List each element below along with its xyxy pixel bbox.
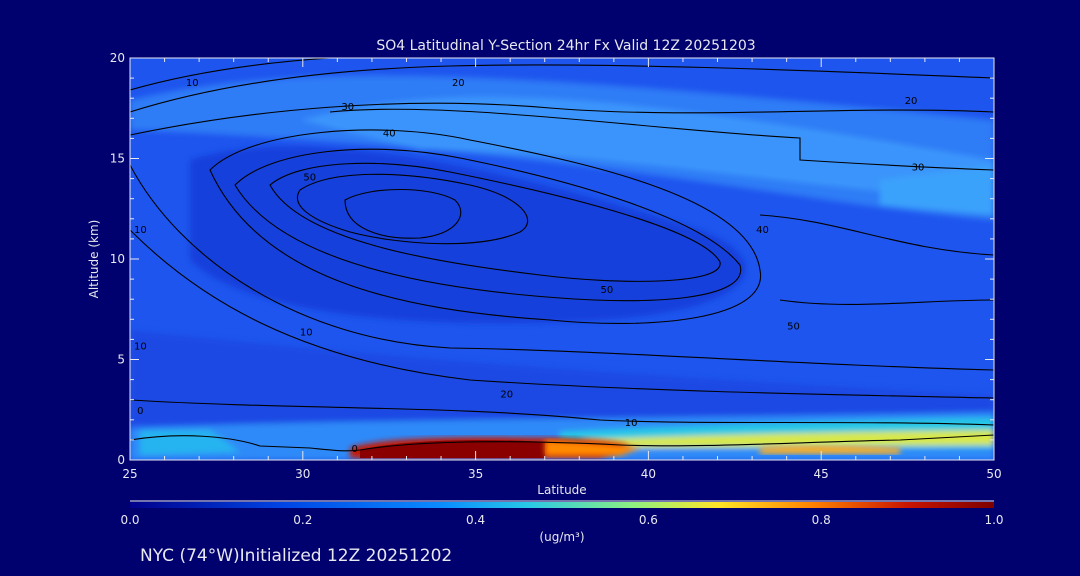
x-tick-label: 45 bbox=[814, 467, 829, 481]
contour-label: 30 bbox=[341, 102, 354, 113]
colorbar-tick-label: 0.0 bbox=[120, 513, 139, 527]
footer-location: NYC (74°W)Initialized 12Z 20251202 bbox=[140, 546, 452, 566]
section-figure: SO4 Latitudinal Y-Section 24hr Fx Valid … bbox=[87, 38, 1004, 566]
colorbar-tick-label: 1.0 bbox=[984, 513, 1003, 527]
colorbar-tick-label: 0.4 bbox=[466, 513, 485, 527]
contour-label: 20 bbox=[452, 78, 465, 89]
contour-label: 0 bbox=[351, 444, 357, 455]
contour-label: 50 bbox=[303, 173, 316, 184]
x-axis-label: Latitude bbox=[537, 483, 586, 497]
y-tick-label: 5 bbox=[117, 353, 125, 367]
y-tick-label: 10 bbox=[110, 252, 125, 266]
chart-title: SO4 Latitudinal Y-Section 24hr Fx Valid … bbox=[376, 38, 755, 54]
x-tick-label: 35 bbox=[468, 467, 483, 481]
x-tick-label: 40 bbox=[641, 467, 656, 481]
x-tick-label: 25 bbox=[122, 467, 137, 481]
colorbar-tick-label: 0.6 bbox=[639, 513, 658, 527]
x-tick-label: 50 bbox=[986, 467, 1001, 481]
contour-label: 50 bbox=[787, 321, 800, 332]
contour-label: 20 bbox=[500, 390, 513, 401]
contour-label: 30 bbox=[912, 163, 925, 174]
contour-label: 20 bbox=[905, 96, 918, 107]
colorbar-ticks: 0.0 0.2 0.4 0.6 0.8 1.0 bbox=[120, 513, 1003, 527]
contour-label: 50 bbox=[601, 285, 614, 296]
y-tick-label: 20 bbox=[110, 51, 125, 65]
colorbar-tick-label: 0.2 bbox=[293, 513, 312, 527]
colorbar-tick-label: 0.8 bbox=[812, 513, 831, 527]
y-tick-label: 15 bbox=[110, 152, 125, 166]
contour-label: 40 bbox=[756, 225, 769, 236]
y-tick-label: 0 bbox=[117, 453, 125, 467]
contour-label: 10 bbox=[134, 341, 147, 352]
contour-label: 10 bbox=[186, 78, 199, 89]
contour-label: 10 bbox=[134, 225, 147, 236]
contour-label: 40 bbox=[383, 128, 396, 139]
x-tick-label: 30 bbox=[295, 467, 310, 481]
y-axis-label: Altitude (km) bbox=[87, 220, 101, 299]
contour-label: 0 bbox=[137, 406, 143, 417]
colorbar bbox=[130, 502, 994, 508]
contour-label: 10 bbox=[625, 418, 638, 429]
colorbar-unit-label: (ug/m³) bbox=[539, 530, 584, 544]
contour-label: 10 bbox=[300, 327, 313, 338]
